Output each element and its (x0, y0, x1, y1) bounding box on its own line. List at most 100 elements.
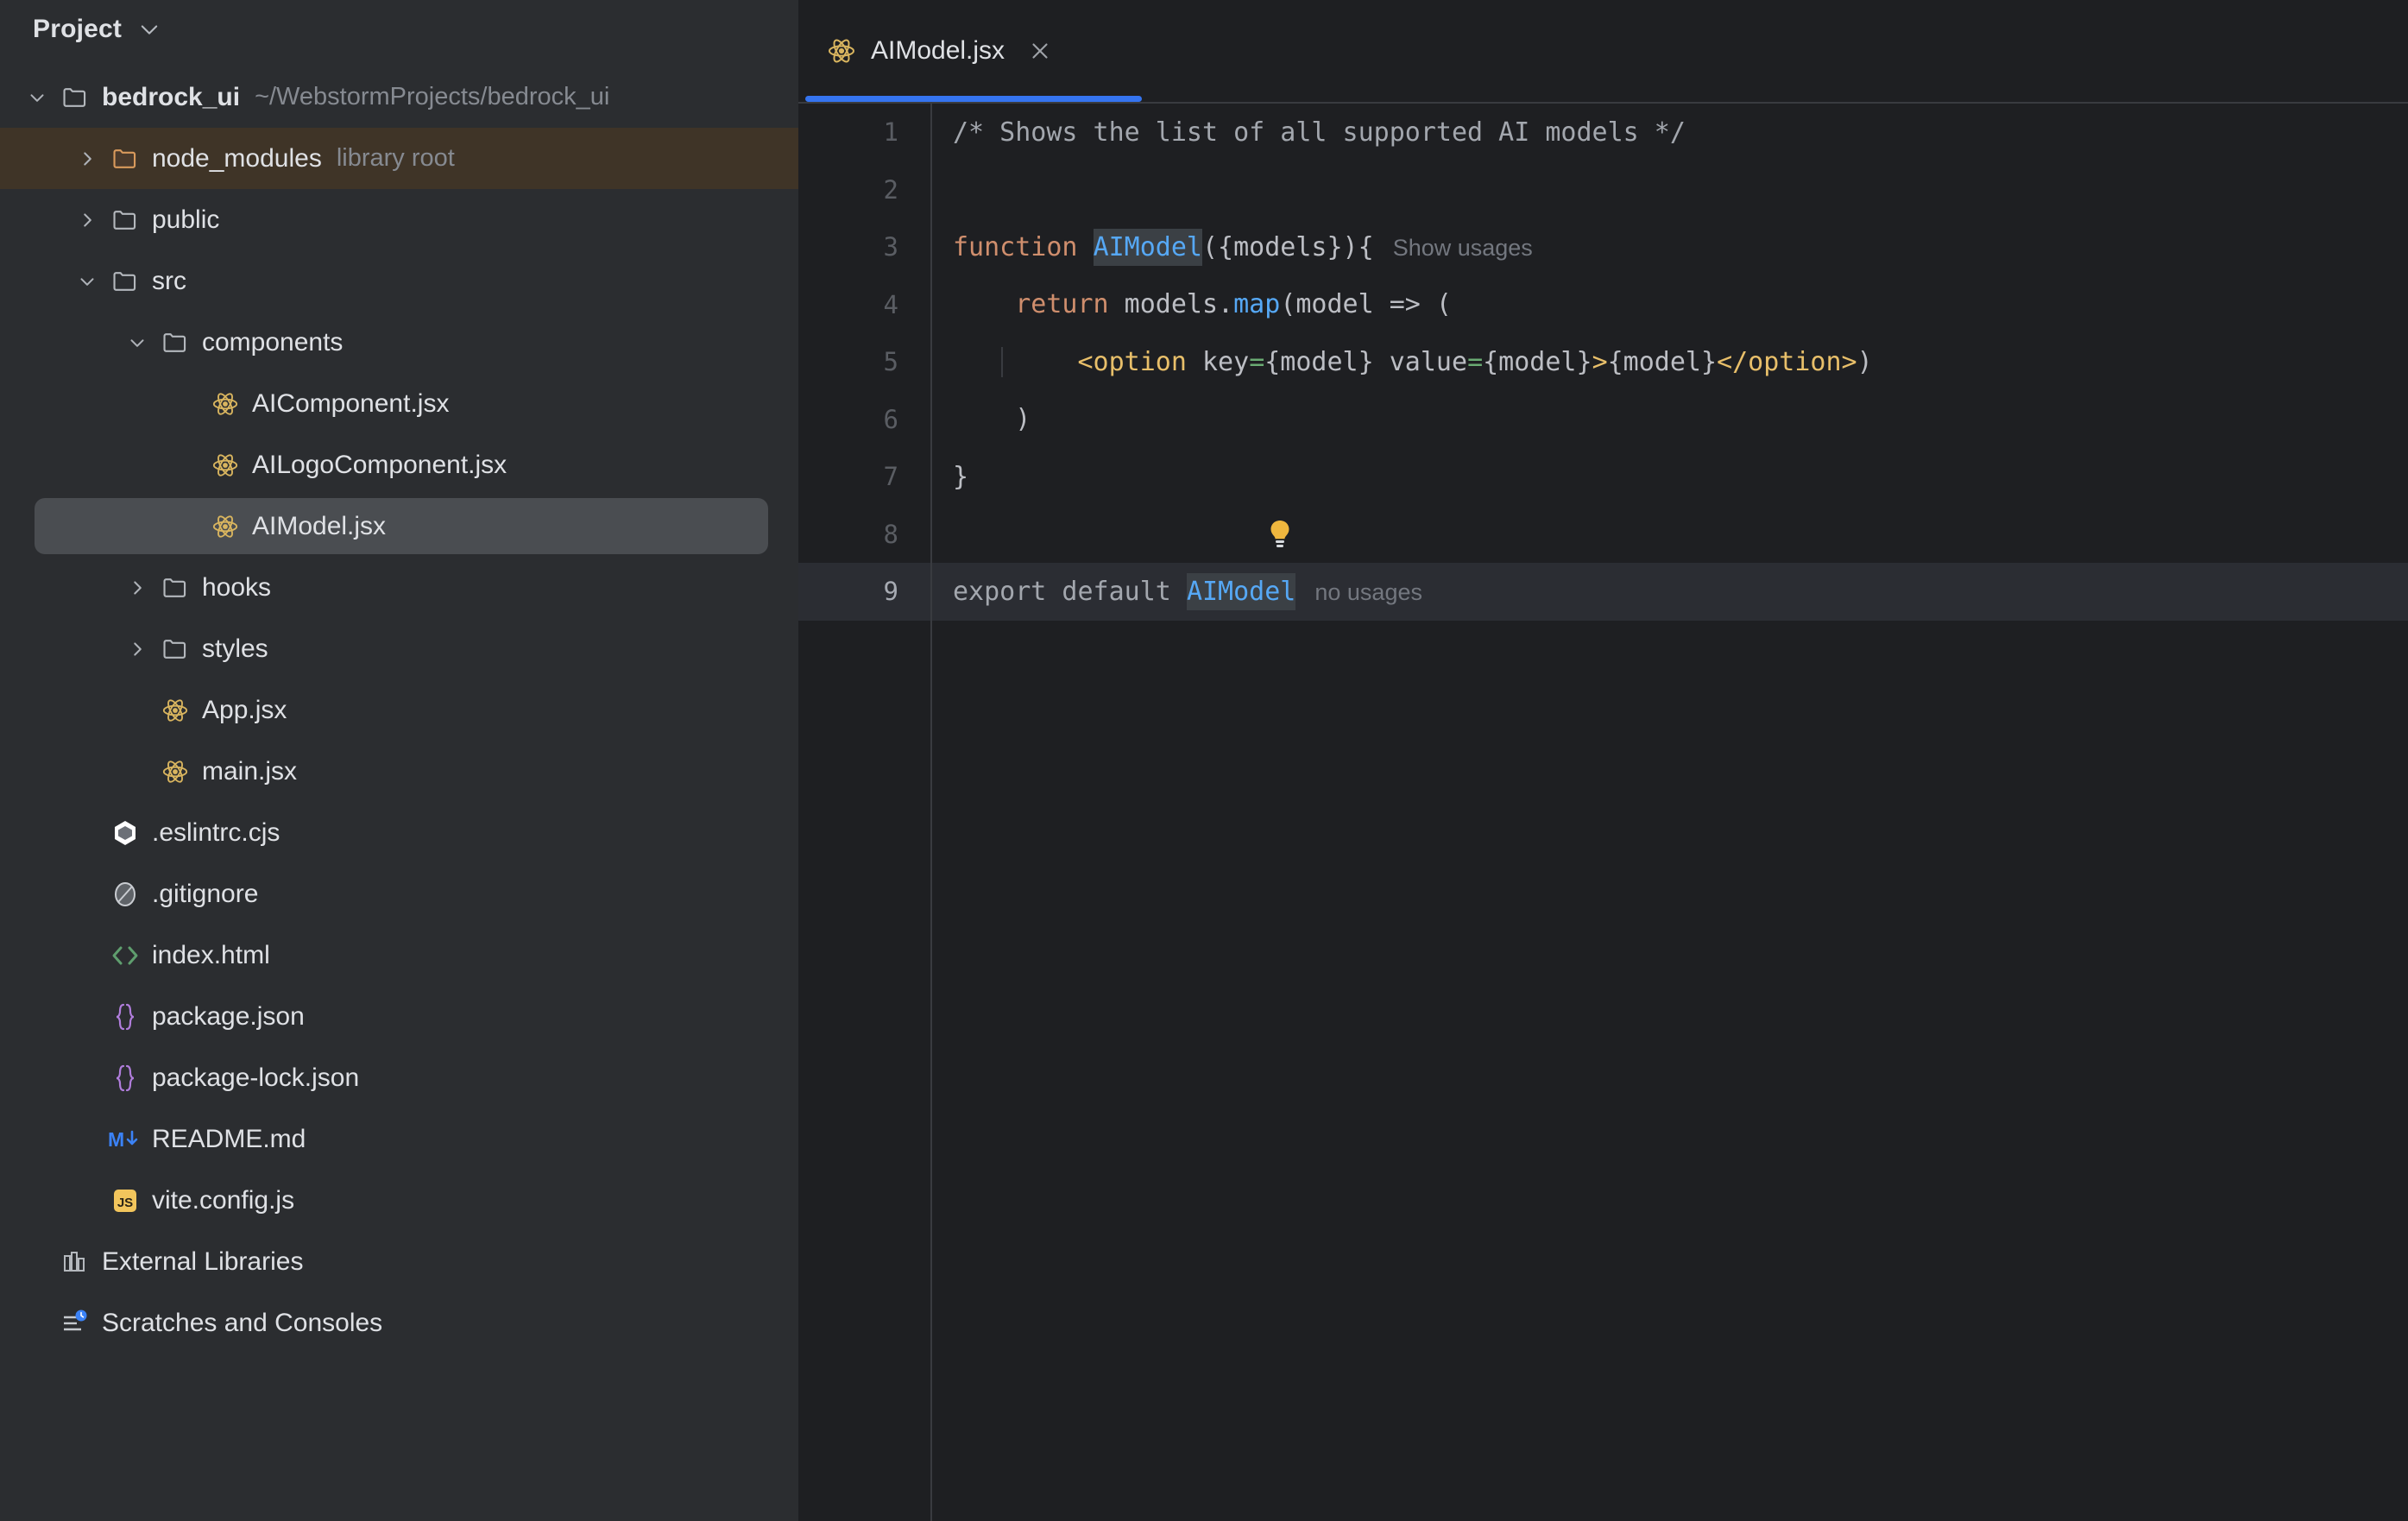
inlay-hint-no-usages[interactable]: no usages (1314, 579, 1422, 605)
tree-row[interactable]: package.json (0, 986, 798, 1047)
chevron-down-icon[interactable] (137, 17, 161, 41)
code-content: ) (926, 404, 2408, 434)
chevron-right-icon[interactable] (119, 577, 155, 599)
folder-icon (155, 634, 195, 664)
folder-icon (155, 573, 195, 603)
tree-row[interactable]: components (0, 312, 798, 373)
code-line-6[interactable]: 6 ) (798, 391, 2408, 449)
tree-row[interactable]: bedrock_ui ~/WebstormProjects/bedrock_ui (0, 66, 798, 128)
tree-row[interactable]: hooks (0, 557, 798, 618)
tree-item-hint: ~/WebstormProjects/bedrock_ui (255, 83, 610, 110)
tree-item-label: AIModel.jsx (252, 511, 387, 540)
tree-row-content: External Libraries (0, 1247, 303, 1277)
line-number: 3 (883, 232, 898, 262)
chevron-down-icon[interactable] (69, 270, 105, 293)
function-name-token: AIModel (1093, 228, 1202, 266)
chevron-down-icon[interactable] (119, 331, 155, 354)
code-line-4[interactable]: 4 return models.map(model => ( (798, 276, 2408, 334)
line-number: 2 (883, 174, 898, 205)
tree-row-content: .eslintrc.cjs (0, 818, 280, 848)
line-number: 6 (883, 404, 898, 434)
tree-row[interactable]: .gitignore (0, 863, 798, 925)
arrow-token: (model => ( (1280, 289, 1452, 320)
editor-tab-bar: AIModel.jsx (798, 0, 2408, 104)
tree-row[interactable]: JS vite.config.js (0, 1170, 798, 1231)
folder-library-icon (105, 144, 145, 174)
attr-name-token: value (1373, 346, 1468, 377)
code-content: function AIModel({models}){Show usages (926, 228, 2408, 266)
chevron-down-icon[interactable] (19, 86, 55, 109)
tree-item-label: node_modules (152, 143, 322, 173)
code-line-2[interactable]: 2 (798, 161, 2408, 219)
tree-row-content: package-lock.json (0, 1063, 359, 1093)
tree-item-label: README.md (152, 1124, 306, 1153)
paren-token: ) (1856, 346, 1873, 377)
code-editor[interactable]: 1 /* Shows the list of all supported AI … (798, 104, 2408, 1521)
inlay-hint-show-usages[interactable]: Show usages (1393, 235, 1533, 261)
code-line-5[interactable]: 5 <option key={model} value={model}>{mod… (798, 333, 2408, 391)
tree-item-label: index.html (152, 940, 270, 969)
editor-tab-aimodel[interactable]: AIModel.jsx (805, 0, 1072, 102)
code-line-3[interactable]: 3 function AIModel({models}){Show usages (798, 218, 2408, 276)
code-content: export default AIModel no usages (926, 572, 2408, 610)
close-icon[interactable] (1027, 38, 1053, 64)
tree-item-label: vite.config.js (152, 1185, 295, 1215)
tree-row[interactable]: .eslintrc.cjs (0, 802, 798, 863)
tree-row-content: styles (0, 634, 268, 664)
attr-name-token: key (1186, 346, 1250, 377)
tree-item-label: hooks (202, 572, 272, 602)
method-token: map (1233, 289, 1281, 320)
code-line-8[interactable]: 8 (798, 506, 2408, 564)
lightbulb-icon[interactable] (1080, 519, 1293, 550)
tree-row[interactable]: M README.md (0, 1108, 798, 1170)
code-line-1[interactable]: 1 /* Shows the list of all supported AI … (798, 104, 2408, 161)
tree-item-label: styles (202, 634, 268, 663)
tree-row[interactable]: styles (0, 618, 798, 679)
line-number: 4 (883, 289, 898, 319)
tree-row-content: AILogoComponent.jsx (0, 451, 507, 480)
tree-row[interactable]: App.jsx (0, 679, 798, 741)
tree-row[interactable]: main.jsx (0, 741, 798, 802)
tree-row[interactable]: AIComponent.jsx (0, 373, 798, 434)
chevron-right-icon[interactable] (119, 638, 155, 660)
tree-row[interactable]: src (0, 250, 798, 312)
line-number: 8 (883, 519, 898, 549)
tree-row[interactable]: public (0, 189, 798, 250)
scratches-icon (55, 1310, 95, 1337)
equals-token: = (1249, 346, 1265, 377)
line-number: 9 (883, 577, 898, 607)
react-jsx-icon (827, 36, 856, 66)
brace-token: } (953, 461, 969, 492)
tree-item-label: AILogoComponent.jsx (252, 450, 507, 479)
tree-row[interactable]: node_modules library root (0, 128, 798, 189)
tree-row[interactable]: index.html (0, 925, 798, 986)
line-number: 1 (883, 117, 898, 148)
chevron-right-icon[interactable] (69, 209, 105, 231)
attr-value-token: {model} (1483, 346, 1592, 377)
tree-row[interactable]: External Libraries (0, 1231, 798, 1292)
tree-item-label: bedrock_ui (102, 82, 241, 111)
react-jsx-icon (205, 513, 245, 540)
markdown-icon: M (105, 1127, 145, 1152)
folder-icon (155, 328, 195, 357)
react-jsx-icon (155, 758, 195, 786)
active-tab-indicator (805, 96, 1142, 102)
jsx-child-token: {model} (1607, 346, 1718, 377)
tree-row[interactable]: Scratches and Consoles (0, 1292, 798, 1354)
code-content (926, 489, 2408, 579)
tree-item-label: public (152, 205, 220, 234)
tree-item-label: App.jsx (202, 695, 287, 724)
tree-row-content: package.json (0, 1002, 305, 1032)
tree-row-content: .gitignore (0, 880, 258, 909)
tree-row[interactable]: AIModel.jsx (0, 495, 798, 557)
chevron-right-icon[interactable] (69, 148, 105, 170)
editor-area: AIModel.jsx 1 /* Shows the list of all s… (798, 0, 2408, 1521)
code-content: } (926, 462, 2408, 492)
project-file-tree[interactable]: bedrock_ui ~/WebstormProjects/bedrock_uin… (0, 66, 798, 1354)
tree-row[interactable]: AILogoComponent.jsx (0, 434, 798, 495)
tree-row[interactable]: package-lock.json (0, 1047, 798, 1108)
javascript-icon: JS (105, 1187, 145, 1215)
indent-guide (1001, 346, 1003, 377)
project-tool-window-header[interactable]: Project (0, 0, 798, 59)
tree-row-content: node_modules library root (0, 144, 455, 174)
